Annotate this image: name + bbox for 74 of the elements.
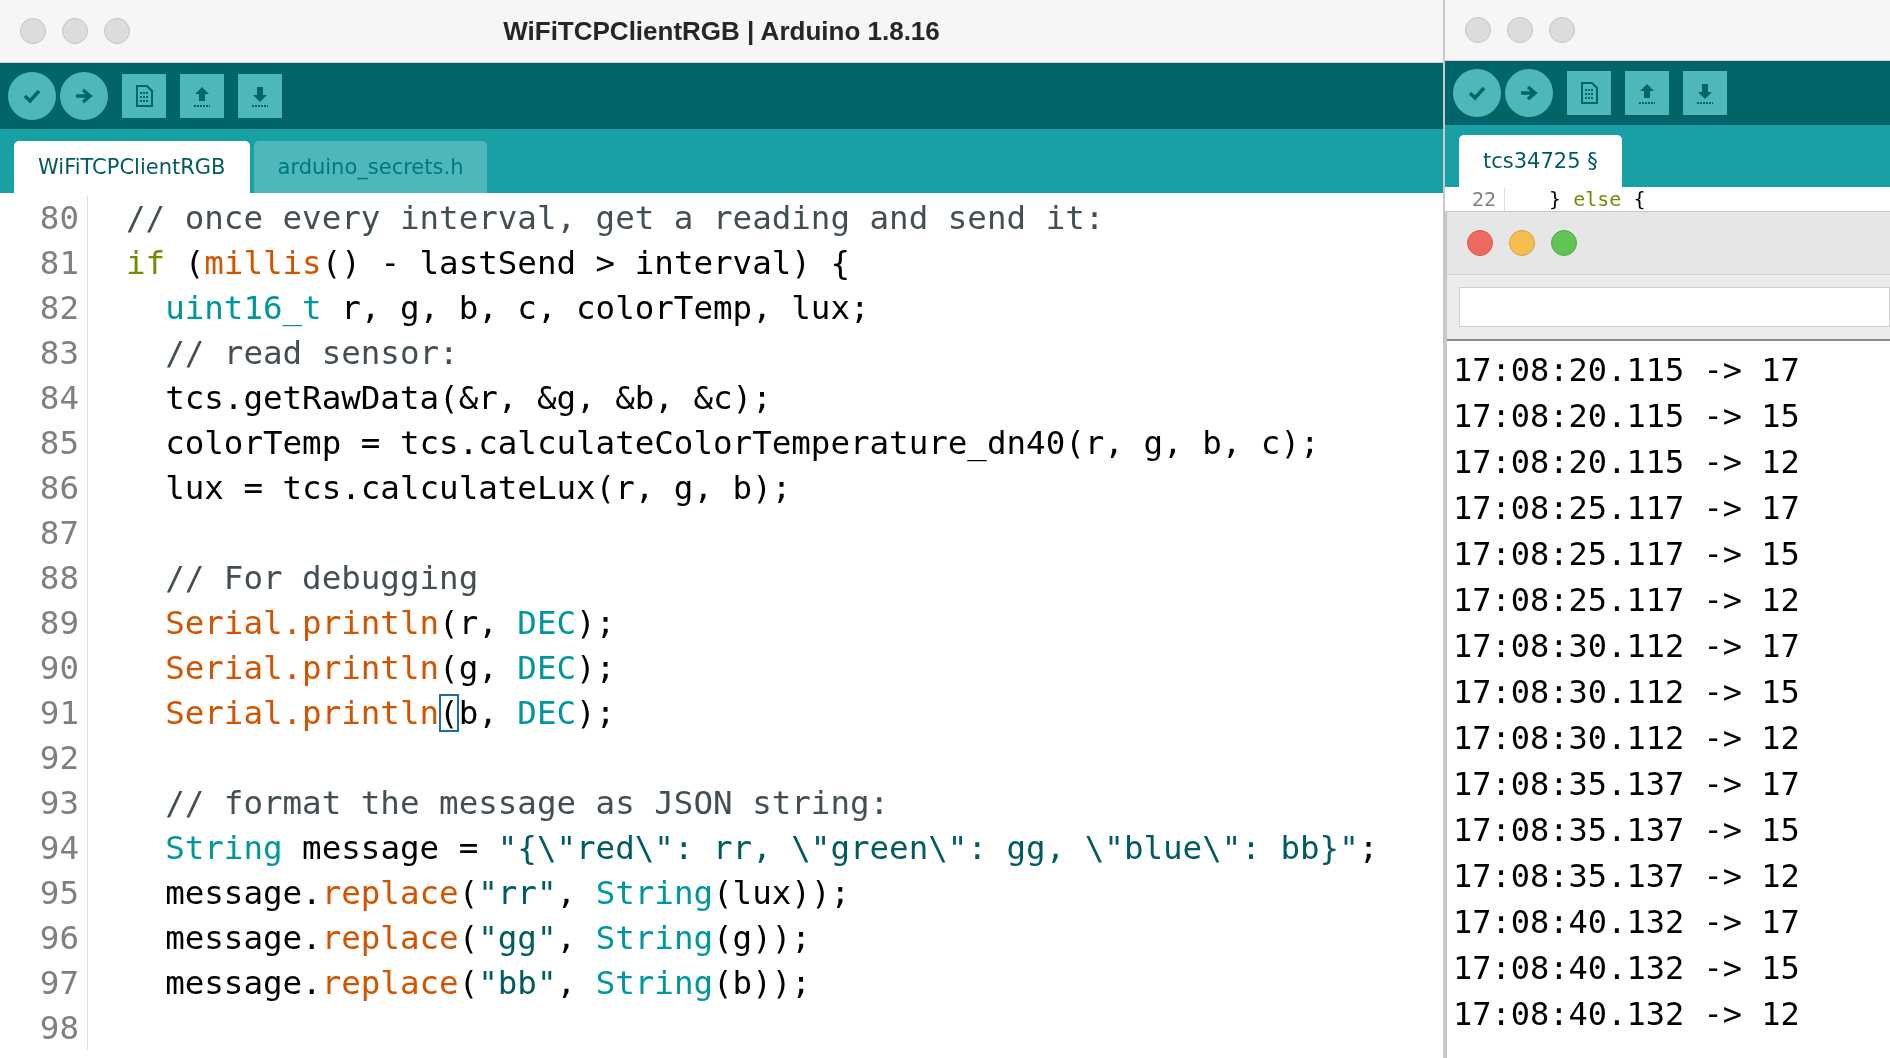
line-number: 84 <box>0 375 88 420</box>
output-line: 17:08:30.112 -> 17 <box>1453 626 1801 667</box>
code-line: // once every interval, get a reading and send it: <box>126 198 1105 237</box>
code-line: } else { <box>1548 187 1646 211</box>
code-line: message.replace("rr", String(lux)); <box>164 873 850 912</box>
line-number: 95 <box>0 870 88 915</box>
input-field[interactable] <box>1459 287 1890 327</box>
line-number: 92 <box>0 735 88 780</box>
code-line: tcs.getRawData(&r, &g, &b, &c); <box>164 378 772 417</box>
zoom-button[interactable] <box>104 18 130 44</box>
code-line: uint16_t r, g, b, c, colorTemp, lux; <box>164 288 870 327</box>
line-number: 90 <box>0 645 88 690</box>
save-button[interactable] <box>238 74 282 118</box>
output-line: 17:08:40.132 -> 17 <box>1453 902 1801 943</box>
line-number: 82 <box>0 285 88 330</box>
output-line: 17:08:25.117 -> 12 <box>1453 580 1801 621</box>
line-number: 89 <box>0 600 88 645</box>
line-number: 80 <box>0 195 88 240</box>
line-number: 94 <box>0 825 88 870</box>
code-line: Serial.println(r, DEC); <box>164 603 616 642</box>
new-button[interactable] <box>122 74 166 118</box>
output-line: 17:08:25.117 -> 17 <box>1453 488 1801 529</box>
verify-button[interactable] <box>1453 69 1501 117</box>
code-line: message.replace("bb", String(b)); <box>164 963 811 1002</box>
line-number: 86 <box>0 465 88 510</box>
verify-button[interactable] <box>8 72 56 120</box>
code-line: String message = "{\"red\": rr, \"green\": gg, \"blue\": bb}"; <box>164 828 1379 867</box>
zoom-button[interactable] <box>1549 17 1575 43</box>
minimize-button[interactable] <box>62 18 88 44</box>
line-number: 88 <box>0 555 88 600</box>
code-line: // format the message as JSON string: <box>164 783 890 822</box>
close-button[interactable] <box>20 18 46 44</box>
output-line: 17:08:35.137 -> 12 <box>1453 856 1801 897</box>
line-number: 97 <box>0 960 88 1005</box>
new-button[interactable] <box>1567 71 1611 115</box>
upload-button[interactable] <box>1505 69 1553 117</box>
minimize-button[interactable] <box>1507 17 1533 43</box>
output-line: 17:08:30.112 -> 12 <box>1453 718 1801 759</box>
code-line: // read sensor: <box>164 333 459 372</box>
open-button[interactable] <box>1625 71 1669 115</box>
upload-button[interactable] <box>60 72 108 120</box>
code-line: // For debugging <box>164 558 479 597</box>
code-line: colorTemp = tcs.calculateColorTemperature_dn40(r, g, b, c); <box>164 423 1320 462</box>
output-line: 17:08:35.137 -> 15 <box>1453 810 1801 851</box>
window-title: WiFiTCPClientRGB | Arduino 1.8.16 <box>503 15 940 47</box>
close-button[interactable] <box>1465 17 1491 43</box>
code-line: Serial.println(g, DEC); <box>164 648 616 687</box>
output-line: 17:08:40.132 -> 15 <box>1453 948 1801 989</box>
line-number: 96 <box>0 915 88 960</box>
output-line: 17:08:20.115 -> 17 <box>1453 350 1801 391</box>
output-line: 17:08:35.137 -> 17 <box>1453 764 1801 805</box>
line-number: 83 <box>0 330 88 375</box>
close-button[interactable] <box>1467 230 1493 256</box>
open-button[interactable] <box>180 74 224 118</box>
line-number: 98 <box>0 1005 88 1050</box>
line-number: 91 <box>0 690 88 735</box>
file-tab[interactable]: tcs34725 § <box>1459 135 1622 187</box>
line-number: 87 <box>0 510 88 555</box>
output-line: 17:08:30.112 -> 15 <box>1453 672 1801 713</box>
output-line: 17:08:25.117 -> 15 <box>1453 534 1801 575</box>
output-line: 17:08:20.115 -> 12 <box>1453 442 1801 483</box>
minimize-button[interactable] <box>1509 230 1535 256</box>
zoom-button[interactable] <box>1551 230 1577 256</box>
code-line: if (millis() - lastSend > interval) { <box>126 243 850 282</box>
file-tab[interactable]: WiFiTCPClientRGB <box>14 141 250 193</box>
line-number: 81 <box>0 240 88 285</box>
line-number: 93 <box>0 780 88 825</box>
output-line: 17:08:20.115 -> 15 <box>1453 396 1801 437</box>
line-number: 85 <box>0 420 88 465</box>
code-line: message.replace("gg", String(g)); <box>164 918 811 957</box>
code-line: lux = tcs.calculateLux(r, g, b); <box>164 468 792 507</box>
save-button[interactable] <box>1683 71 1727 115</box>
code-line: Serial.println(b, DEC); <box>164 693 616 732</box>
output-line: 17:08:40.132 -> 12 <box>1453 994 1801 1035</box>
